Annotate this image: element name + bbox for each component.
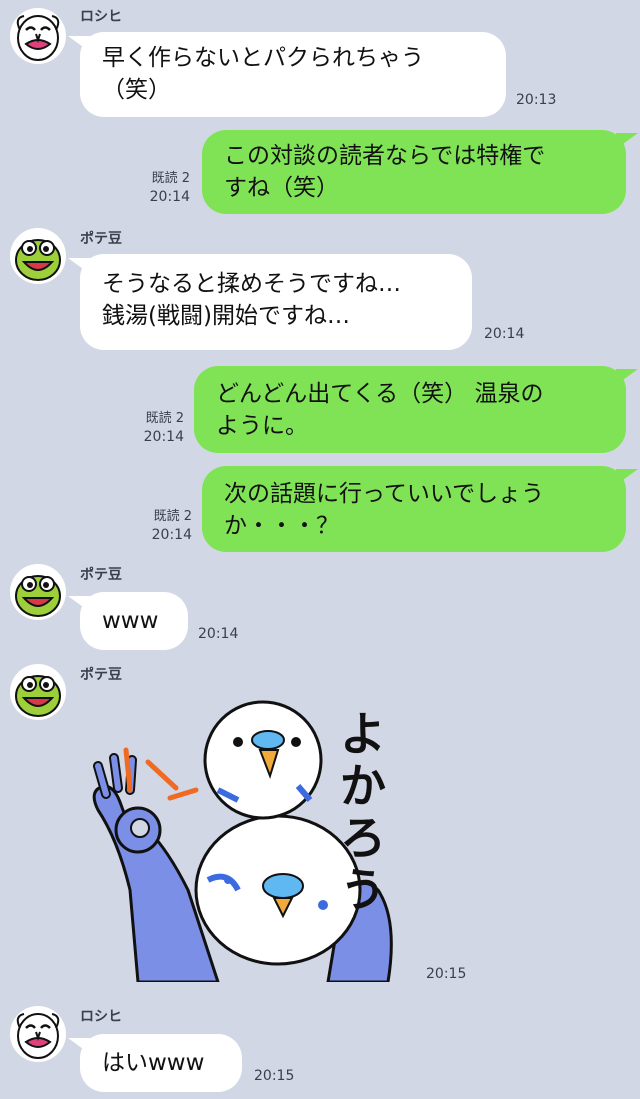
read-status: 既読 2 (153, 509, 192, 524)
roshihi-face-icon (16, 1013, 60, 1059)
message-bubble[interactable]: この対談の読者ならでは特権で すね（笑） (202, 130, 626, 214)
message-line: すね（笑） (224, 175, 339, 201)
roshihi-face-icon (16, 15, 60, 61)
message-bubble[interactable]: そうなると揉めそうですね… 銭湯(戦闘)開始ですね… (80, 254, 472, 350)
message-time: 20:14 (149, 189, 190, 205)
message-time: 20:14 (143, 429, 184, 445)
message-time: 20:14 (151, 527, 192, 543)
avatar-potemame[interactable] (10, 564, 66, 620)
message-bubble[interactable]: どんどん出てくる（笑） 温泉の ように。 (194, 366, 626, 453)
bubble-tail (616, 369, 638, 385)
message-line: ように。 (216, 413, 308, 439)
message-line: どんどん出てくる（笑） 温泉の (216, 381, 544, 407)
green-frog-icon (15, 239, 61, 281)
read-status: 既読 2 (151, 171, 190, 186)
message-bubble[interactable]: 次の話題に行っていいでしょう か・・・？ (202, 466, 626, 552)
sender-name: ポテ豆 (80, 567, 122, 583)
message-line: 銭湯(戦闘)開始ですね… (102, 303, 350, 329)
avatar-potemame[interactable] (10, 228, 66, 284)
read-status: 既読 2 (145, 411, 184, 426)
sender-name: ポテ豆 (80, 231, 122, 247)
read-receipt: 既読 2 20:14 (120, 410, 184, 446)
message-line: か・・・？ (224, 513, 339, 539)
avatar-roshihi[interactable] (10, 1006, 66, 1062)
sender-name: ロシヒ (80, 9, 122, 25)
read-receipt: 既読 2 20:14 (128, 170, 190, 206)
bubble-tail (616, 133, 638, 149)
message-bubble[interactable]: www (80, 592, 188, 650)
bubble-tail (616, 469, 638, 485)
avatar-potemame[interactable] (10, 664, 66, 720)
message-time: 20:15 (254, 1068, 295, 1084)
message-time: 20:15 (426, 966, 467, 982)
message-line: （笑） (102, 77, 171, 103)
green-frog-icon (15, 575, 61, 617)
message-line: 早く作らないとパクられちゃう (102, 45, 424, 71)
sticker-text: よかろう (340, 707, 386, 917)
message-time: 20:13 (516, 92, 557, 108)
message-time: 20:14 (484, 326, 525, 342)
message-line: www (102, 608, 159, 634)
message-line: はいwww (102, 1050, 205, 1076)
sender-name: ロシヒ (80, 1009, 122, 1025)
message-bubble[interactable]: はいwww (80, 1034, 242, 1092)
green-frog-icon (15, 675, 61, 717)
read-receipt: 既読 2 20:14 (128, 508, 192, 544)
parakeet-sticker[interactable]: よかろう (78, 690, 418, 984)
message-time: 20:14 (198, 626, 239, 642)
sender-name: ポテ豆 (80, 667, 122, 683)
message-bubble[interactable]: 早く作らないとパクられちゃう （笑） (80, 32, 506, 117)
message-line: この対談の読者ならでは特権で (224, 143, 546, 169)
avatar-roshihi[interactable] (10, 8, 66, 64)
message-line: 次の話題に行っていいでしょう (224, 481, 545, 507)
message-line: そうなると揉めそうですね… (102, 271, 401, 297)
